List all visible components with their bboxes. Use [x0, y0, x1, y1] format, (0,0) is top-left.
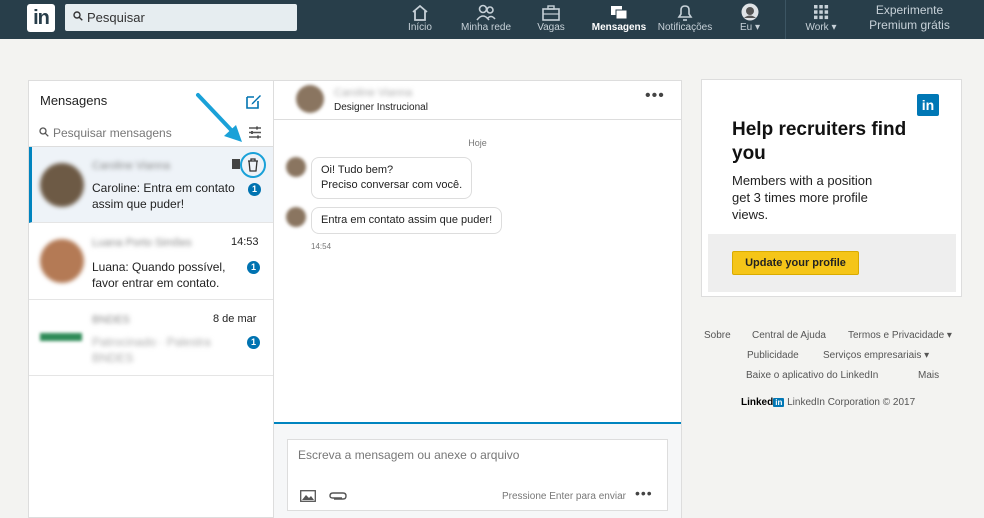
profile-avatar [741, 3, 759, 21]
update-profile-button[interactable]: Update your profile [732, 251, 859, 275]
linkedin-ad-logo: in [917, 94, 939, 116]
message-composer: Pressione Enter para enviar ••• [274, 422, 681, 518]
search-icon [39, 127, 49, 137]
bell-icon [677, 5, 693, 21]
grid-icon [814, 5, 829, 20]
premium-line-2: Premium grátis [869, 18, 950, 32]
contact-avatar [40, 163, 84, 207]
conversation-time: 8 de mar [213, 313, 257, 325]
conversation-preview: Patrocinado · Palestra BNDES [92, 335, 211, 365]
nav-work-label: Work ▾ [805, 22, 837, 33]
filter-icon[interactable] [248, 126, 262, 139]
thread-contact-name[interactable]: Caroline Vianna [334, 87, 412, 99]
composer-box[interactable]: Pressione Enter para enviar ••• [287, 439, 668, 511]
nav-messaging[interactable]: Mensagens [590, 3, 648, 37]
nav-messaging-label: Mensagens [591, 22, 647, 33]
footer-copyright-text: LinkedIn Corporation © 2017 [787, 397, 916, 408]
sender-avatar [286, 207, 306, 227]
message-bubble: Oi! Tudo bem? Preciso conversar com você… [311, 157, 473, 199]
image-attach-icon[interactable] [300, 490, 316, 502]
premium-trial-link[interactable]: Experimente Premium grátis [862, 3, 957, 33]
contact-name: Caroline Vianna [92, 160, 171, 172]
global-search-input[interactable] [87, 7, 287, 28]
nav-home[interactable]: Início [405, 3, 435, 37]
flag-icon[interactable] [232, 159, 240, 169]
day-divider: Hoje [468, 138, 487, 148]
footer-link-more[interactable]: Mais [918, 370, 939, 381]
nav-work[interactable]: Work ▾ [803, 3, 839, 37]
footer-link-about[interactable]: Sobre [704, 330, 731, 341]
footer-copyright: Linked in LinkedIn Corporation © 2017 [741, 397, 915, 408]
search-icon [73, 11, 83, 21]
sender-avatar [286, 157, 306, 177]
conversation-time: 14:53 [231, 236, 259, 248]
global-search[interactable] [65, 4, 297, 31]
messaging-icon [611, 6, 628, 20]
unread-badge: 1 [247, 336, 260, 349]
composer-more-icon[interactable]: ••• [635, 485, 653, 501]
nav-network[interactable]: Minha rede [459, 3, 513, 37]
paperclip-icon[interactable] [328, 490, 348, 502]
message-line: Preciso conversar com você. [321, 179, 463, 191]
contact-name: Luana Porto Simões [92, 237, 192, 249]
annotation-arrow [196, 93, 242, 142]
nav-me[interactable]: Eu ▾ [735, 3, 765, 37]
ad-body: Members with a position get 3 times more… [732, 173, 873, 222]
conversation-item[interactable]: Caroline Vianna Caroline: Entra em conta… [29, 147, 274, 223]
message-line: Entra em contato assim que puder! [321, 214, 493, 226]
nav-jobs[interactable]: Vagas [536, 3, 566, 37]
contact-name: BNDES [92, 314, 130, 326]
trash-icon[interactable] [247, 158, 259, 172]
footer-brand-word: Linked [741, 397, 774, 408]
premium-line-1: Experimente [875, 3, 944, 17]
conversation-thread: Caroline Vianna Designer Instrucional ••… [273, 80, 682, 518]
briefcase-icon [542, 5, 560, 21]
nav-me-label: Eu ▾ [739, 22, 761, 33]
sponsor-logo [40, 333, 82, 341]
network-icon [476, 4, 496, 21]
message-line: Oi! Tudo bem? [321, 164, 394, 176]
contact-avatar[interactable] [296, 85, 324, 113]
conversation-item[interactable]: Luana Porto Simões 14:53 Luana: Quando p… [29, 223, 274, 300]
message-timestamp: 14:54 [311, 242, 332, 251]
thread-contact-title: Designer Instrucional [334, 102, 428, 113]
thread-header: Caroline Vianna Designer Instrucional ••… [274, 81, 681, 120]
nav-notifications-label: Notificações [657, 22, 713, 33]
linkedin-logo[interactable]: in [27, 4, 55, 32]
nav-jobs-label: Vagas [537, 22, 565, 33]
ad-headline: Help recruiters find you [732, 119, 907, 164]
conversation-preview: Luana: Quando possível, favor entrar em … [92, 260, 226, 290]
contact-avatar [40, 239, 84, 283]
messages-title: Mensagens [40, 93, 108, 108]
nav-network-label: Minha rede [460, 22, 512, 33]
more-options-icon[interactable]: ••• [645, 87, 665, 105]
nav-separator [785, 0, 786, 39]
message-bubble: Entra em contato assim que puder! [311, 207, 503, 234]
unread-badge: 1 [247, 261, 260, 274]
footer-link-app[interactable]: Baixe o aplicativo do LinkedIn [746, 370, 878, 381]
conversation-item[interactable]: BNDES 8 de mar Patrocinado · Palestra BN… [29, 300, 274, 376]
footer-link-advertising[interactable]: Publicidade [747, 350, 799, 361]
nav-home-label: Início [408, 22, 432, 33]
unread-badge: 1 [248, 183, 261, 196]
footer-link-help[interactable]: Central de Ajuda [752, 330, 826, 341]
footer-link-terms[interactable]: Termos e Privacidade ▾ [848, 330, 952, 341]
home-icon [412, 4, 428, 21]
message-input[interactable] [298, 448, 658, 470]
nav-notifications[interactable]: Notificações [655, 3, 715, 37]
send-hint: Pressione Enter para enviar [502, 491, 626, 502]
recruiter-ad: in Help recruiters find you Members with… [701, 79, 962, 297]
footer-brand-in: in [773, 398, 785, 407]
top-navbar: in Início Minha rede Vagas Mensagens Not… [0, 0, 984, 39]
footer-link-business[interactable]: Serviços empresariais ▾ [823, 350, 929, 361]
conversation-preview: Caroline: Entra em contato assim que pud… [92, 181, 235, 211]
ad-footer: Update your profile [708, 234, 956, 292]
